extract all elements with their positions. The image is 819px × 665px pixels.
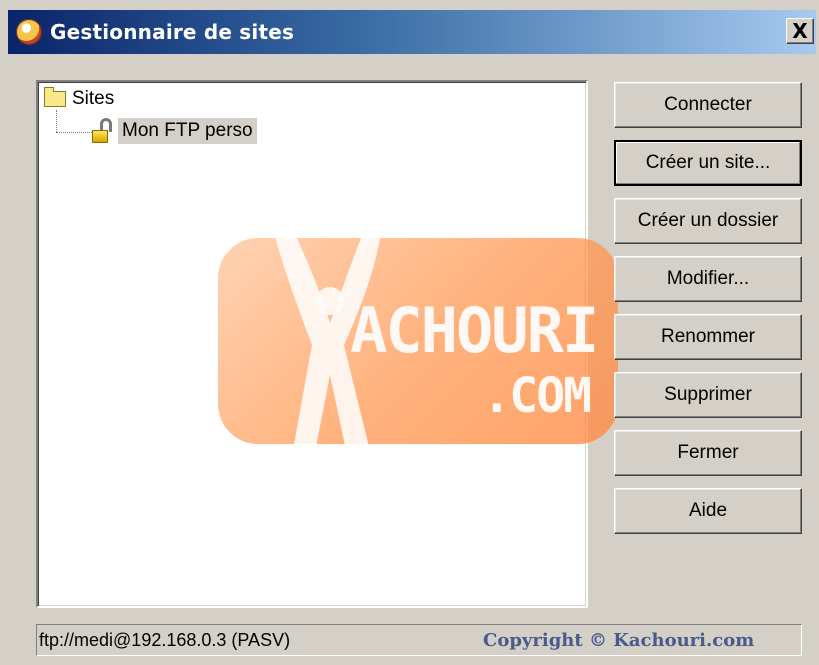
tree-item-label: Mon FTP perso xyxy=(118,118,257,144)
status-bar: ftp://medi@192.168.0.3 (PASV) Copyright … xyxy=(36,624,802,656)
watermark-text: ACHOURI xyxy=(350,294,599,367)
tree-connector-line xyxy=(56,132,94,133)
window-title: Gestionnaire de sites xyxy=(50,20,295,44)
rename-button[interactable]: Renommer xyxy=(614,314,802,360)
close-dialog-button[interactable]: Fermer xyxy=(614,430,802,476)
help-button[interactable]: Aide xyxy=(614,488,802,534)
create-site-button[interactable]: Créer un site... xyxy=(614,140,802,186)
edit-button[interactable]: Modifier... xyxy=(614,256,802,302)
app-icon xyxy=(16,19,42,45)
close-button[interactable]: X xyxy=(786,18,814,44)
tree-connector-line xyxy=(56,110,57,132)
tree-item-sites[interactable]: Sites xyxy=(44,87,115,110)
unlocked-padlock-icon xyxy=(92,118,116,144)
tree-item-label: Sites xyxy=(72,88,115,109)
folder-icon xyxy=(44,87,66,107)
tree-item-mon-ftp-perso[interactable]: Mon FTP perso xyxy=(118,118,257,144)
watermark-subtext: .COM xyxy=(482,368,592,424)
copyright-text: Copyright © Kachouri.com xyxy=(483,629,755,651)
site-manager-window: Gestionnaire de sites X Sites Mon FTP pe… xyxy=(0,0,819,665)
title-bar[interactable]: Gestionnaire de sites X xyxy=(8,10,816,54)
connect-button[interactable]: Connecter xyxy=(614,82,802,128)
delete-button[interactable]: Supprimer xyxy=(614,372,802,418)
create-folder-button[interactable]: Créer un dossier xyxy=(614,198,802,244)
connection-status: ftp://medi@192.168.0.3 (PASV) xyxy=(39,629,291,650)
